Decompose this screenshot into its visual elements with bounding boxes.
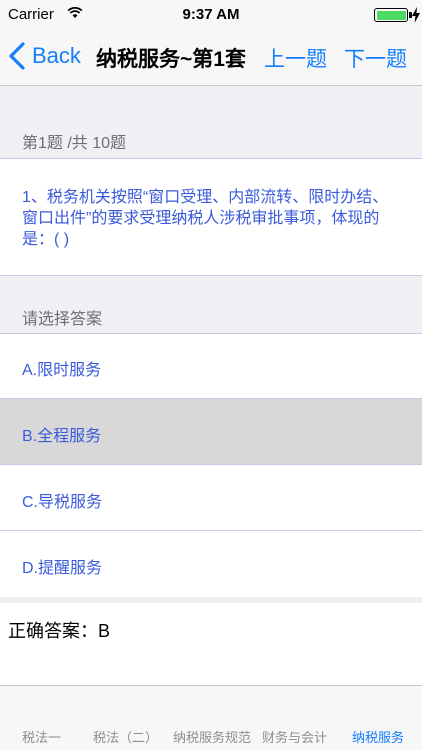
tab-tax-service-standards[interactable]: 纳税服务规范	[173, 727, 251, 746]
divider	[0, 333, 422, 334]
option-c[interactable]: C.导税服务	[0, 465, 422, 531]
option-b[interactable]: B.全程服务	[0, 399, 422, 465]
status-bar: Carrier 9:37 AM	[0, 0, 422, 30]
battery-icon	[374, 8, 408, 22]
navigation-bar: Back 纳税服务~第1套 上一题 下一题	[0, 30, 422, 86]
tab-bar: 税法一 税法（二） 纳税服务规范 财务与会计 纳税服务	[0, 685, 422, 750]
option-label: D.提醒服务	[22, 560, 103, 577]
battery-level	[376, 10, 406, 20]
correct-answer-text: 正确答案：B	[8, 621, 111, 641]
clock-time: 9:37 AM	[182, 6, 240, 23]
chevron-left-icon	[9, 42, 25, 70]
charging-bolt-icon	[412, 7, 420, 23]
answer-options-list: A.限时服务 B.全程服务 C.导税服务 D.提醒服务	[0, 333, 422, 597]
tab-tax-law-2[interactable]: 税法（二）	[93, 727, 158, 746]
option-a[interactable]: A.限时服务	[0, 333, 422, 399]
page-title: 纳税服务~第1套	[96, 48, 246, 71]
option-label: A.限时服务	[22, 362, 102, 379]
tab-tax-law-1[interactable]: 税法一	[22, 727, 61, 746]
back-button[interactable]: Back	[8, 40, 81, 72]
answer-section-header: 请选择答案	[22, 311, 103, 328]
question-card: 1、税务机关按照“窗口受理、内部流转、限时办结、窗口出件”的要求受理纳税人涉税审…	[0, 158, 422, 276]
option-label: B.全程服务	[22, 428, 102, 445]
next-question-button[interactable]: 下一题	[344, 43, 407, 73]
option-d[interactable]: D.提醒服务	[0, 531, 422, 597]
question-text: 1、税务机关按照“窗口受理、内部流转、限时办结、窗口出件”的要求受理纳税人涉税审…	[22, 189, 389, 248]
correct-answer-panel: 正确答案：B	[0, 603, 422, 685]
back-label: Back	[32, 43, 81, 68]
previous-question-button[interactable]: 上一题	[264, 43, 327, 73]
question-counter: 第1题 /共 10题	[22, 135, 127, 152]
option-label: C.导税服务	[22, 494, 103, 511]
tab-tax-service[interactable]: 纳税服务	[352, 727, 404, 746]
tab-finance-accounting[interactable]: 财务与会计	[262, 727, 327, 746]
